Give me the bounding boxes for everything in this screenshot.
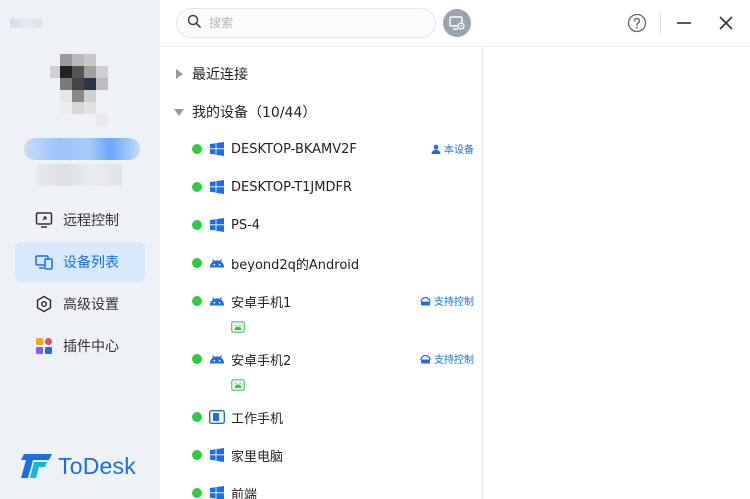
nav-plugin-center[interactable]: 插件中心 — [15, 326, 145, 366]
tag-label: 支持控制 — [434, 297, 474, 308]
windows-icon — [209, 447, 225, 463]
windows-icon — [209, 217, 225, 233]
nav-label: 插件中心 — [63, 339, 119, 355]
search-input[interactable] — [209, 16, 409, 30]
minimize-icon — [677, 22, 691, 24]
device-row[interactable]: beyond2q的Android — [192, 252, 474, 274]
brand-name: ToDesk — [58, 452, 136, 479]
android-icon — [209, 293, 225, 309]
nav-label: 远程控制 — [63, 213, 119, 229]
online-status-dot — [192, 258, 202, 268]
nav-remote-control[interactable]: 远程控制 — [15, 200, 145, 240]
sidebar: 远程控制 设备列表 高级设置 插件中心 ToDesk — [0, 0, 160, 499]
device-row[interactable]: 前端 — [192, 482, 474, 499]
minimize-button[interactable] — [673, 12, 695, 34]
remote-monitor-icon — [449, 16, 465, 30]
online-status-dot — [192, 182, 202, 192]
device-name: beyond2q的Android — [231, 257, 360, 273]
online-status-dot — [192, 488, 202, 498]
device-row[interactable]: 工作手机 — [192, 406, 474, 428]
tablet-icon — [209, 409, 225, 425]
nav-advanced-settings[interactable]: 高级设置 — [15, 284, 145, 324]
add-remote-button[interactable] — [443, 9, 471, 37]
device-row[interactable]: 安卓手机1 支持控制 — [192, 290, 474, 312]
device-name: 安卓手机1 — [231, 295, 292, 311]
control-supported-tag: 支持控制 — [420, 351, 474, 366]
android-icon — [209, 255, 225, 271]
device-list-panel: 最近连接 我的设备（10/44） DESKTOP-BKAMV2F 本设备 DES… — [160, 46, 482, 499]
this-device-tag: 本设备 — [431, 141, 474, 156]
device-name: 家里电脑 — [231, 449, 284, 465]
windows-icon — [209, 179, 225, 195]
group-my-devices[interactable]: 我的设备（10/44） — [174, 102, 316, 122]
device-name: 前端 — [231, 487, 258, 499]
top-bar — [160, 0, 750, 46]
blurred-title — [10, 18, 42, 28]
remote-control-icon — [35, 211, 53, 229]
windows-icon — [209, 141, 225, 157]
close-icon — [719, 16, 733, 30]
nav-label: 高级设置 — [63, 297, 119, 313]
todesk-logo-icon — [21, 454, 52, 478]
avatar[interactable] — [50, 54, 108, 126]
user-id-blurred — [36, 164, 122, 186]
device-row[interactable]: PS-4 — [192, 214, 474, 236]
device-name: PS-4 — [231, 217, 261, 233]
help-icon — [627, 13, 647, 33]
online-status-dot — [192, 412, 202, 422]
windows-icon — [209, 485, 225, 499]
search-icon — [187, 14, 201, 32]
search-box[interactable] — [176, 8, 436, 38]
online-status-dot — [192, 296, 202, 306]
nav-device-list[interactable]: 设备列表 — [15, 242, 145, 282]
device-name: DESKTOP-BKAMV2F — [231, 141, 357, 157]
device-row[interactable]: DESKTOP-BKAMV2F 本设备 — [192, 138, 474, 160]
device-name: DESKTOP-T1JMDFR — [231, 179, 352, 195]
tag-label: 本设备 — [444, 145, 474, 156]
device-name: 工作手机 — [231, 411, 284, 427]
device-name: 安卓手机2 — [231, 353, 292, 369]
group-label: 我的设备（10/44） — [192, 105, 317, 121]
plugin-center-icon — [35, 337, 53, 355]
nav-label: 设备列表 — [63, 255, 119, 271]
settings-icon — [35, 295, 53, 313]
user-icon — [431, 144, 441, 154]
chevron-right-icon — [174, 69, 184, 79]
device-row[interactable]: DESKTOP-T1JMDFR — [192, 176, 474, 198]
username-blurred — [24, 138, 140, 160]
chevron-down-icon — [174, 108, 184, 116]
device-list-icon — [35, 253, 53, 271]
divider — [660, 12, 661, 34]
android-badge-icon — [230, 378, 246, 392]
remote-support-icon — [420, 296, 431, 305]
help-button[interactable] — [626, 12, 648, 34]
group-label: 最近连接 — [192, 67, 248, 83]
android-icon — [209, 351, 225, 367]
close-button[interactable] — [715, 12, 737, 34]
tag-label: 支持控制 — [434, 355, 474, 366]
sidebar-nav: 远程控制 设备列表 高级设置 插件中心 — [15, 200, 145, 368]
device-row[interactable]: 家里电脑 — [192, 444, 474, 466]
detail-panel — [482, 46, 750, 499]
online-status-dot — [192, 144, 202, 154]
control-supported-tag: 支持控制 — [420, 293, 474, 308]
online-status-dot — [192, 450, 202, 460]
android-badge-icon — [230, 320, 246, 334]
online-status-dot — [192, 354, 202, 364]
online-status-dot — [192, 220, 202, 230]
remote-support-icon — [420, 354, 431, 363]
group-recent[interactable]: 最近连接 — [174, 64, 248, 84]
brand-logo: ToDesk — [20, 452, 136, 480]
device-row[interactable]: 安卓手机2 支持控制 — [192, 348, 474, 370]
